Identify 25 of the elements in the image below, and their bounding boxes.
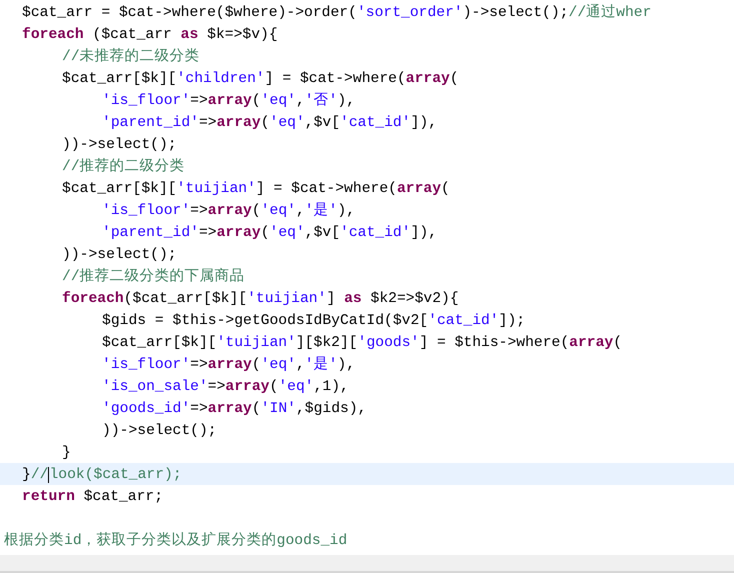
code-line: $cat_arr[$k]['tuijian'][$k2]['goods'] = $this->where(array( <box>102 334 622 353</box>
code-line: ))->select(); <box>62 246 177 265</box>
code-line: $cat_arr[$k]['tuijian'] = $cat->where(array( <box>62 180 450 199</box>
code-line: foreach($cat_arr[$k]['tuijian'] as $k2=>$v2){ <box>62 290 459 309</box>
code-line: 'is_floor'=>array('eq','否'), <box>102 92 356 111</box>
code-line: } <box>62 444 71 463</box>
code-line: 根据分类id，获取子分类以及扩展分类的goods_id <box>4 530 348 551</box>
code-line: 'is_on_sale'=>array('eq',1), <box>102 378 349 397</box>
code-line: $cat_arr = $cat->where($where)->order('sort_order')->select();//通过wher <box>22 3 652 23</box>
code-line: //未推荐的二级分类 <box>62 47 200 67</box>
code-line: $cat_arr[$k]['children'] = $cat->where(array( <box>62 70 459 89</box>
code-line: 'parent_id'=>array('eq',$v['cat_id']), <box>102 224 438 243</box>
code-line: 'is_floor'=>array('eq','是'), <box>102 202 356 221</box>
code-line: }//look($cat_arr); <box>22 466 182 485</box>
code-line: 'goods_id'=>array('IN',$gids), <box>102 400 366 419</box>
code-line: //推荐的二级分类 <box>62 157 185 177</box>
horizontal-scrollbar[interactable] <box>0 555 734 573</box>
code-line: 'parent_id'=>array('eq',$v['cat_id']), <box>102 114 438 133</box>
code-line: foreach ($cat_arr as $k=>$v){ <box>22 26 278 45</box>
code-line: return $cat_arr; <box>22 488 164 507</box>
code-line: 'is_floor'=>array('eq','是'), <box>102 356 356 375</box>
code-line: ))->select(); <box>62 136 177 155</box>
code-line: ))->select(); <box>102 422 217 441</box>
code-line: $gids = $this->getGoodsIdByCatId($v2['cat_id']); <box>102 312 526 331</box>
code-line: //推荐二级分类的下属商品 <box>62 266 245 287</box>
